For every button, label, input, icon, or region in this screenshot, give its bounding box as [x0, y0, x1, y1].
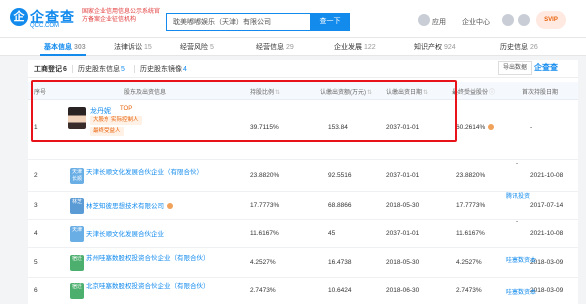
relation-link[interactable]: 腾讯投资 — [506, 191, 530, 200]
tab-risk[interactable]: 经营风险 5 — [180, 42, 214, 52]
relation-link[interactable]: 哇塞数资本 — [506, 287, 536, 296]
row-index: 6 — [34, 287, 38, 294]
final-benefit-value: 17.7773% — [456, 202, 486, 209]
amount-value: 45 — [328, 230, 336, 237]
subtab-divider — [72, 65, 73, 73]
row-index: 4 — [34, 230, 38, 237]
relation-link[interactable]: 哇塞数资本 — [506, 255, 536, 264]
search-input[interactable] — [166, 13, 310, 31]
company-logo: 天津 — [70, 226, 84, 242]
tab-history[interactable]: 历史信息 26 — [500, 42, 538, 52]
amount-value: 10.6424 — [328, 287, 352, 294]
date-value: 2018-05-30 — [386, 259, 420, 266]
table-row: 5 宿迁 苏州哇塞数股权投资合伙企业（有限合伙） 4.2527% 16.4738… — [28, 248, 578, 278]
final-benefit-value: 11.6167% — [456, 230, 485, 237]
equity-chart-icon[interactable] — [488, 124, 495, 131]
ratio-value: 2.7473% — [250, 287, 276, 294]
sub-tabs: 工商登记6 历史股东信息5 历史股东镜像4 导出数据 企查查 — [28, 60, 578, 78]
qcc-logo[interactable]: 企 企查查 QCC.COM — [10, 7, 78, 31]
ratio-value: 11.6167% — [250, 230, 279, 237]
logo-badge: 企 — [10, 8, 28, 26]
shareholder-name[interactable]: 天津长顺文化发展合伙企业 — [86, 230, 164, 239]
col-first-hold: 首次持股日期 — [522, 90, 559, 96]
table-row: 2 天津长顺 天津长顺文化发展合伙企业（有限合伙） 23.8820% 92.55… — [28, 160, 578, 192]
final-benefit-value: 23.8820% — [456, 172, 486, 179]
subtab-history-shareholders[interactable]: 历史股东信息5 — [78, 64, 125, 74]
row-index: 2 — [34, 172, 38, 179]
amount-value: 92.5516 — [328, 172, 352, 179]
ratio-value: 23.8820% — [250, 172, 280, 179]
top-header: 企 企查查 QCC.COM 国家企业信用信息公示系统官方备案企业征信机构 查一下… — [0, 0, 586, 38]
table-row: 3 林芝 林芝知彼思想技术有限公司 17.7773% 68.8866 2018-… — [28, 192, 578, 220]
subtab-history-mirror[interactable]: 历史股东镜像4 — [140, 64, 187, 74]
shareholder-name[interactable]: 苏州哇塞数股权投资合伙企业（有限合伙） — [86, 254, 246, 263]
active-tab-underline — [40, 54, 86, 56]
shareholder-name[interactable]: 天津长顺文化发展合伙企业（有限合伙） — [86, 168, 246, 177]
svip-badge[interactable]: SVIP — [536, 11, 566, 29]
first-hold-value: - — [530, 124, 533, 131]
amount-value: 16.4738 — [328, 259, 352, 266]
date-value: 2018-06-30 — [386, 287, 420, 294]
col-final-benefit[interactable]: 最终受益股份ⓘ — [452, 87, 495, 96]
brand-mark: 企查查 — [534, 63, 558, 72]
logo-domain: QCC.COM — [30, 23, 59, 29]
message-icon[interactable] — [502, 14, 514, 26]
shareholder-name[interactable]: 北京哇塞数股权投资合伙企业（有限合伙） — [86, 282, 246, 291]
tab-legal[interactable]: 法律诉讼 15 — [114, 42, 152, 52]
table-row: 6 宿迁 北京哇塞数股权投资合伙企业（有限合伙） 2.7473% 10.6424… — [28, 278, 578, 304]
main-nav: 基本信息 303 法律诉讼 15 经营风险 5 经营信息 29 企业发展 122 知识产权… — [0, 38, 586, 56]
search-button[interactable]: 查一下 — [310, 13, 350, 31]
tab-basic-info[interactable]: 基本信息 303 — [44, 42, 86, 52]
tab-development[interactable]: 企业发展 122 — [334, 42, 376, 52]
date-value: 2037-01-01 — [386, 230, 420, 237]
export-data-button[interactable]: 导出数据 — [498, 61, 533, 75]
row-index: 3 — [34, 202, 38, 209]
tab-operation[interactable]: 经营信息 29 — [256, 42, 294, 52]
user-avatar-icon[interactable] — [518, 14, 530, 26]
info-icon[interactable]: ⓘ — [489, 90, 495, 96]
final-benefit-value: 4.2527% — [456, 259, 482, 266]
final-benefit-value: 2.7473% — [456, 287, 482, 294]
equity-chart-icon[interactable] — [167, 203, 173, 210]
first-hold-value: 2017-07-14 — [530, 202, 564, 209]
company-logo: 宿迁 — [70, 283, 84, 299]
relation-empty: - — [516, 161, 518, 167]
ratio-value: 17.7773% — [250, 202, 280, 209]
final-benefit-value[interactable]: 60.2614% — [456, 124, 495, 131]
tab-ip[interactable]: 知识产权 924 — [414, 42, 456, 52]
gov-certification-note: 国家企业信用信息公示系统官方备案企业征信机构 — [82, 9, 161, 23]
company-logo: 林芝 — [70, 198, 84, 214]
ratio-value: 4.2527% — [250, 259, 276, 266]
business-center-link[interactable]: 企业中心 — [462, 17, 490, 27]
subtab-divider — [134, 65, 135, 73]
highlight-annotation-box — [31, 80, 457, 142]
first-hold-value: 2021-10-08 — [530, 172, 564, 179]
table-row: 4 天津 天津长顺文化发展合伙企业 11.6167% 45 2037-01-01… — [28, 220, 578, 248]
row-index: 5 — [34, 259, 38, 266]
company-logo: 宿迁 — [70, 255, 84, 271]
shareholder-name[interactable]: 林芝知彼思想技术有限公司 — [86, 202, 173, 211]
company-logo: 天津长顺 — [70, 168, 84, 184]
first-hold-value: 2021-10-08 — [530, 230, 564, 237]
date-value: 2018-05-30 — [386, 202, 420, 209]
amount-value: 68.8866 — [328, 202, 352, 209]
apps-link[interactable]: 应用 — [432, 17, 446, 27]
apps-icon[interactable] — [418, 14, 430, 26]
date-value: 2037-01-01 — [386, 172, 420, 179]
relation-empty: - — [516, 219, 518, 225]
subtab-registration[interactable]: 工商登记6 — [34, 64, 67, 74]
